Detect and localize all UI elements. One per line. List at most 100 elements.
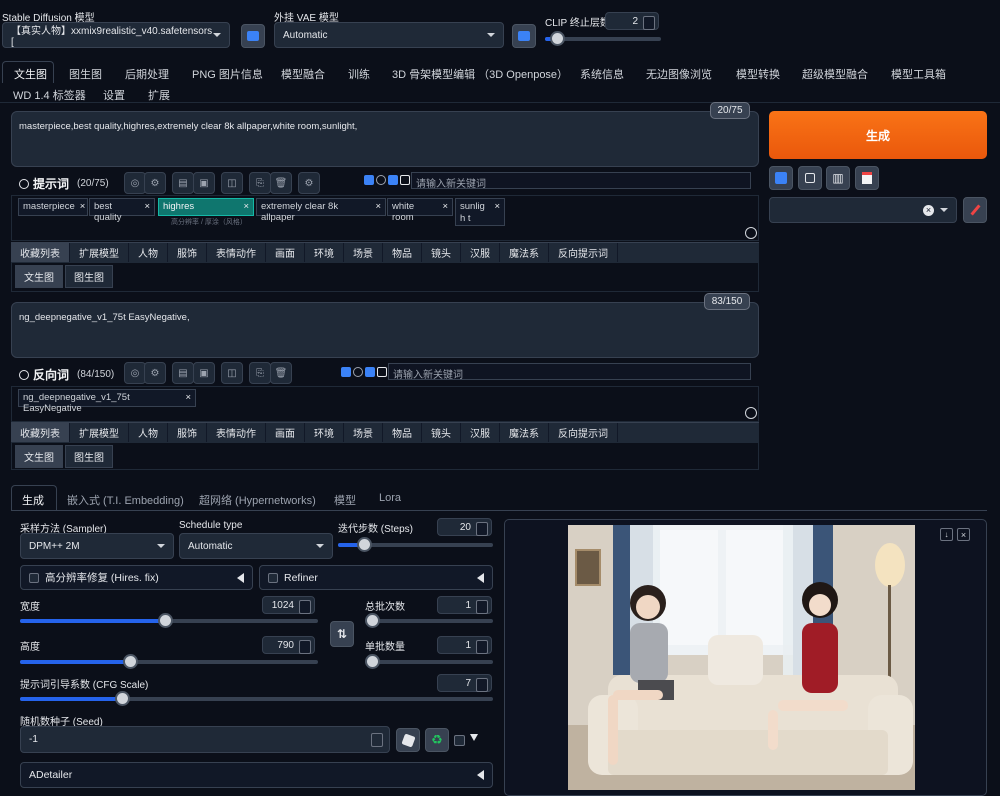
- category-tab[interactable]: 环境: [305, 423, 344, 442]
- close-icon[interactable]: ×: [494, 201, 500, 212]
- category-tab[interactable]: 场景: [344, 243, 383, 262]
- tab-txt2img[interactable]: 文生图: [14, 66, 47, 82]
- tab-sysinfo[interactable]: 系统信息: [580, 66, 624, 82]
- generated-image[interactable]: [568, 525, 915, 790]
- sub-tab[interactable]: 图生图: [65, 445, 113, 468]
- adetailer-accordion[interactable]: ADetailer: [20, 762, 493, 788]
- category-tab[interactable]: 扩展模型: [70, 243, 129, 262]
- prompt-tag-highlighted[interactable]: highres ×: [158, 198, 254, 216]
- category-tab[interactable]: 收藏列表: [11, 243, 70, 262]
- swap-dimensions-button[interactable]: ⇅: [330, 621, 354, 647]
- prompt-tag[interactable]: sunligh t ×: [455, 198, 505, 226]
- category-tab[interactable]: 画面: [266, 243, 305, 262]
- prompt-keyword-input[interactable]: 请输入新关键词: [411, 172, 751, 190]
- prompt-tag[interactable]: best quality ×: [89, 198, 155, 223]
- sub-tab[interactable]: 文生图: [15, 445, 63, 468]
- triangle-down-icon[interactable]: [470, 734, 478, 741]
- tab-openpose[interactable]: 3D 骨架模型编辑 （3D Openpose）: [392, 66, 568, 82]
- stepper-icon[interactable]: [371, 733, 383, 747]
- gear-icon[interactable]: ⚙: [144, 362, 166, 384]
- checkbox-icon[interactable]: [268, 572, 278, 583]
- category-tab[interactable]: 物品: [383, 423, 422, 442]
- category-tab[interactable]: 汉服: [461, 243, 500, 262]
- expand-icon[interactable]: [745, 407, 757, 419]
- prompt-tag[interactable]: white room ×: [387, 198, 453, 223]
- category-tab[interactable]: 魔法系: [500, 243, 549, 262]
- negative-header[interactable]: 反向词 (84/150): [19, 366, 114, 383]
- width-input[interactable]: 1024: [262, 596, 315, 614]
- seed-input[interactable]: -1: [20, 726, 390, 753]
- close-icon[interactable]: ×: [80, 201, 86, 212]
- category-tab[interactable]: 画面: [266, 423, 305, 442]
- negative-tag[interactable]: ng_deepnegative_v1_75t EasyNegative ×: [18, 389, 196, 414]
- history-icon[interactable]: ▤: [172, 172, 194, 194]
- clip-input[interactable]: 2: [605, 12, 659, 30]
- category-tab[interactable]: 镜头: [422, 243, 461, 262]
- trash-icon[interactable]: 🗑: [270, 172, 292, 194]
- split-icon[interactable]: ◫: [221, 172, 243, 194]
- clip-slider[interactable]: [545, 31, 661, 46]
- negative-textarea[interactable]: ng_deepnegative_v1_75t EasyNegative,: [11, 302, 759, 358]
- sub-tab[interactable]: 文生图: [15, 265, 63, 288]
- tab-hypernetworks[interactable]: 超网络 (Hypernetworks): [199, 492, 316, 508]
- sd-model-select[interactable]: 【真实人物】xxmix9realistic_v40.safetensors [: [2, 22, 230, 48]
- tab-lora[interactable]: Lora: [379, 492, 401, 504]
- category-tab[interactable]: 魔法系: [500, 423, 549, 442]
- category-tab[interactable]: 场景: [344, 423, 383, 442]
- category-tab[interactable]: 表情动作: [207, 423, 266, 442]
- trash-icon[interactable]: 🗑: [270, 362, 292, 384]
- tab-train[interactable]: 训练: [348, 66, 370, 82]
- close-icon[interactable]: ×: [375, 201, 381, 212]
- steps-slider[interactable]: [338, 537, 493, 552]
- checkbox-icon[interactable]: [29, 572, 39, 583]
- reuse-seed-button[interactable]: ♻: [425, 728, 449, 752]
- category-tab[interactable]: 镜头: [422, 423, 461, 442]
- copy-icon[interactable]: ⎘: [249, 362, 271, 384]
- category-tab[interactable]: 表情动作: [207, 243, 266, 262]
- tab-extras[interactable]: 后期处理: [125, 66, 169, 82]
- category-tab[interactable]: 环境: [305, 243, 344, 262]
- tab-generation[interactable]: 生成: [22, 492, 44, 508]
- generate-button[interactable]: 生成: [769, 111, 987, 159]
- prompt-textarea[interactable]: masterpiece,best quality,highres,extreme…: [11, 111, 759, 167]
- cfg-input[interactable]: 7: [437, 674, 492, 692]
- category-tab[interactable]: 反向提示词: [549, 423, 618, 442]
- sub-tab[interactable]: 图生图: [65, 265, 113, 288]
- tab-img2img[interactable]: 图生图: [69, 66, 102, 82]
- gear-icon[interactable]: ⚙: [144, 172, 166, 194]
- refiner-accordion[interactable]: Refiner: [259, 565, 493, 590]
- category-tab[interactable]: 人物: [129, 243, 168, 262]
- width-slider[interactable]: [20, 613, 318, 628]
- batch-count-slider[interactable]: [365, 613, 493, 628]
- category-tab[interactable]: 物品: [383, 243, 422, 262]
- styles-select[interactable]: ×: [769, 197, 957, 223]
- checkbox-icon[interactable]: [341, 367, 351, 377]
- checkbox-icon[interactable]: [365, 367, 375, 377]
- prompt-tag[interactable]: extremely clear 8k allpaper ×: [256, 198, 386, 223]
- schedule-select[interactable]: Automatic: [179, 533, 333, 559]
- extra-seed-checkbox[interactable]: [454, 735, 465, 746]
- close-icon[interactable]: ×: [957, 528, 970, 541]
- height-slider[interactable]: [20, 654, 318, 669]
- refresh-vae-button[interactable]: [512, 24, 536, 48]
- trash-button[interactable]: ▥: [826, 166, 850, 190]
- sampler-select[interactable]: DPM++ 2M: [20, 533, 174, 559]
- expand-icon[interactable]: [745, 227, 757, 239]
- hires-fix-accordion[interactable]: 高分辨率修复 (Hires. fix): [20, 565, 253, 590]
- tab-merge[interactable]: 模型融合: [281, 66, 325, 82]
- translate-icon[interactable]: ◎: [124, 172, 146, 194]
- tab-super-merge[interactable]: 超级模型融合: [802, 66, 868, 82]
- close-icon[interactable]: ×: [144, 201, 150, 212]
- split-icon[interactable]: ◫: [221, 362, 243, 384]
- tab-checkpoints[interactable]: 模型: [334, 492, 356, 508]
- random-seed-button[interactable]: [396, 728, 420, 752]
- tab-model-convert[interactable]: 模型转换: [736, 66, 780, 82]
- settings-icon[interactable]: ⚙: [298, 172, 320, 194]
- translate-icon[interactable]: ◎: [124, 362, 146, 384]
- tab-model-toolkit[interactable]: 模型工具箱: [891, 66, 946, 82]
- category-tab[interactable]: 汉服: [461, 423, 500, 442]
- close-icon[interactable]: ×: [243, 201, 249, 212]
- tab-png-info[interactable]: PNG 图片信息: [192, 66, 263, 82]
- category-tab[interactable]: 服饰: [168, 423, 207, 442]
- close-icon[interactable]: ×: [442, 201, 448, 212]
